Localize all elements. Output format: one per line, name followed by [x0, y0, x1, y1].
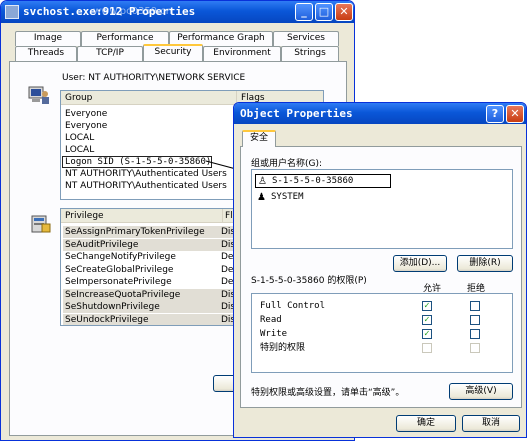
privilege-icon — [31, 215, 51, 233]
watermark: www.pc0359.cn — [93, 6, 173, 17]
dialog-titlebar[interactable]: Object Properties — [234, 103, 526, 124]
privilege-name: SeIncreaseQuotaPrivilege — [65, 289, 181, 300]
privilege-name: SeShutdownPrivilege — [65, 302, 160, 312]
user-list[interactable]: ♙ S-1-5-5-0-35860 ♟ SYSTEM — [251, 169, 513, 249]
allow-checkbox[interactable]: ✓ — [422, 315, 432, 325]
advanced-button[interactable]: 高级(V) — [449, 383, 513, 400]
allow-checkbox[interactable] — [422, 343, 432, 353]
user-name: SYSTEM — [271, 192, 304, 202]
tab-environment[interactable]: Environment — [203, 46, 281, 61]
object-properties-dialog: Object Properties ? ✕ 安全 组或用户名称(G): ♙ S-… — [233, 102, 527, 438]
minimize-button[interactable]: _ — [295, 3, 313, 21]
dialog-security-panel: 组或用户名称(G): ♙ S-1-5-5-0-35860 ♟ SYSTEM 添加… — [240, 146, 522, 408]
privilege-row[interactable]: SeAssignPrimaryTokenPrivilege Dis — [63, 226, 235, 238]
permission-name: 特别的权限 — [260, 343, 306, 353]
user-item-sid[interactable]: ♙ S-1-5-5-0-35860 — [255, 174, 391, 188]
privilege-name: SeAssignPrimaryTokenPrivilege — [65, 227, 205, 237]
privilege-row[interactable]: SeShutdownPrivilege Dis — [63, 301, 235, 313]
permissions-label: S-1-5-5-0-35860 的权限(P) — [251, 276, 367, 286]
permission-name: Full Control — [260, 301, 326, 311]
add-button[interactable]: 添加(D)... — [393, 255, 447, 272]
privilege-name: SeChangeNotifyPrivilege — [65, 252, 176, 262]
advanced-hint: 特别权限或高级设置，请单击“高级”。 — [251, 388, 405, 398]
user-label: User: NT AUTHORITY\NETWORK SERVICE — [62, 73, 246, 83]
privilege-row[interactable]: SeUndockPrivilege Dis — [63, 313, 235, 325]
tab-tcpip[interactable]: TCP/IP — [77, 46, 143, 61]
permission-name: Read — [260, 315, 282, 325]
help-button[interactable]: ? — [486, 105, 504, 123]
remove-button[interactable]: 删除(R) — [457, 255, 513, 272]
deny-checkbox[interactable] — [470, 329, 480, 339]
privilege-name: SeAuditPrivilege — [65, 239, 139, 250]
permissions-list[interactable]: Full Control ✓ Read ✓ Write ✓ 特别的权限 — [251, 293, 513, 373]
user-computer-icon — [28, 86, 49, 104]
deny-checkbox[interactable] — [470, 315, 480, 325]
app-icon — [5, 5, 19, 19]
privilege-name: SeImpersonatePrivilege — [65, 277, 172, 287]
cancel-button[interactable]: 取消 — [462, 415, 520, 432]
deny-checkbox[interactable] — [470, 343, 480, 353]
group-user-label: 组或用户名称(G): — [251, 159, 323, 169]
allow-checkbox[interactable]: ✓ — [422, 301, 432, 311]
group-icon: ♟ — [257, 192, 266, 203]
tab-services[interactable]: Services — [273, 31, 339, 46]
privilege-list[interactable]: Privilege Flag SeAssignPrimaryTokenPrivi… — [60, 208, 238, 326]
tab-security-cn[interactable]: 安全 — [242, 130, 276, 147]
privilege-column-header[interactable]: Privilege — [61, 209, 223, 223]
logon-sid-row[interactable]: Logon SID (S-1-5-5-0-35860) — [62, 156, 212, 168]
privilege-row[interactable]: SeImpersonatePrivilege Def — [63, 276, 237, 288]
privilege-name: SeCreateGlobalPrivilege — [65, 264, 174, 275]
privilege-row[interactable]: SeAuditPrivilege Dis — [63, 238, 235, 251]
maximize-button[interactable]: □ — [315, 3, 333, 21]
privilege-row[interactable]: SeChangeNotifyPrivilege Def — [63, 251, 237, 263]
tab-threads[interactable]: Threads — [15, 46, 77, 61]
permission-name: Write — [260, 329, 288, 339]
tab-strings[interactable]: Strings — [281, 46, 339, 61]
group-column-header[interactable]: Group — [61, 91, 237, 105]
tab-image[interactable]: Image — [15, 31, 81, 46]
dialog-title: Object Properties — [240, 107, 353, 120]
ok-button[interactable]: 确定 — [396, 415, 456, 432]
privilege-row[interactable]: SeCreateGlobalPrivilege Def — [63, 264, 237, 276]
tab-security[interactable]: Security — [143, 44, 203, 61]
privilege-name: SeUndockPrivilege — [65, 314, 149, 325]
dialog-close-button[interactable]: ✕ — [506, 105, 524, 123]
allow-checkbox[interactable]: ✓ — [422, 329, 432, 339]
user-name: S-1-5-5-0-35860 — [272, 176, 354, 186]
privilege-row[interactable]: SeIncreaseQuotaPrivilege Dis — [63, 288, 235, 301]
close-button[interactable]: ✕ — [335, 3, 353, 21]
deny-checkbox[interactable] — [470, 301, 480, 311]
user-icon: ♙ — [258, 176, 267, 187]
user-item-system[interactable]: ♟ SYSTEM — [255, 191, 355, 205]
